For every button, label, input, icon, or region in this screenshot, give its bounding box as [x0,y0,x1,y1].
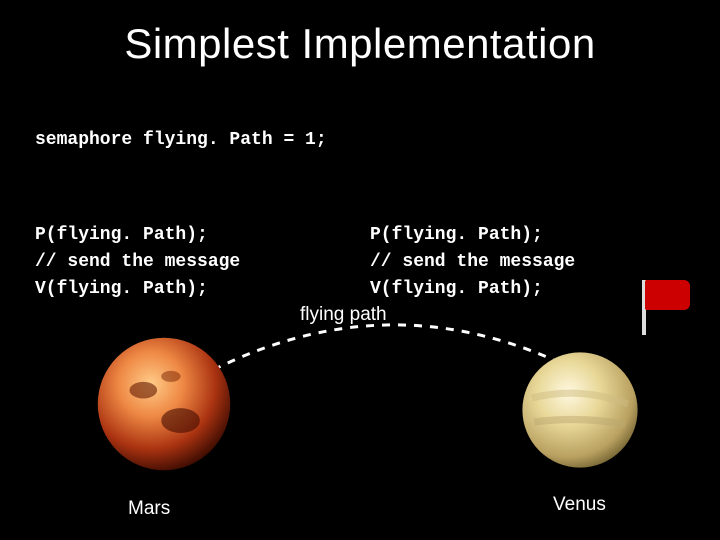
right-line-3: V(flying. Path); [370,279,543,299]
mars-planet [95,335,233,473]
code-block-left: P(flying. Path); // send the message V(f… [35,195,240,303]
flying-path-label: flying path [300,304,387,326]
venus-planet [520,350,640,470]
slide-title: Simplest Implementation [0,20,720,68]
semaphore-declaration: semaphore flying. Path = 1; [35,130,327,150]
code-block-right: P(flying. Path); // send the message V(f… [370,195,575,303]
flag-icon [640,280,695,340]
left-line-3: V(flying. Path); [35,279,208,299]
right-line-2: // send the message [370,252,575,272]
left-line-2: // send the message [35,252,240,272]
right-line-1: P(flying. Path); [370,225,543,245]
mars-label: Mars [128,498,170,520]
venus-label: Venus [553,494,606,516]
left-line-1: P(flying. Path); [35,225,208,245]
